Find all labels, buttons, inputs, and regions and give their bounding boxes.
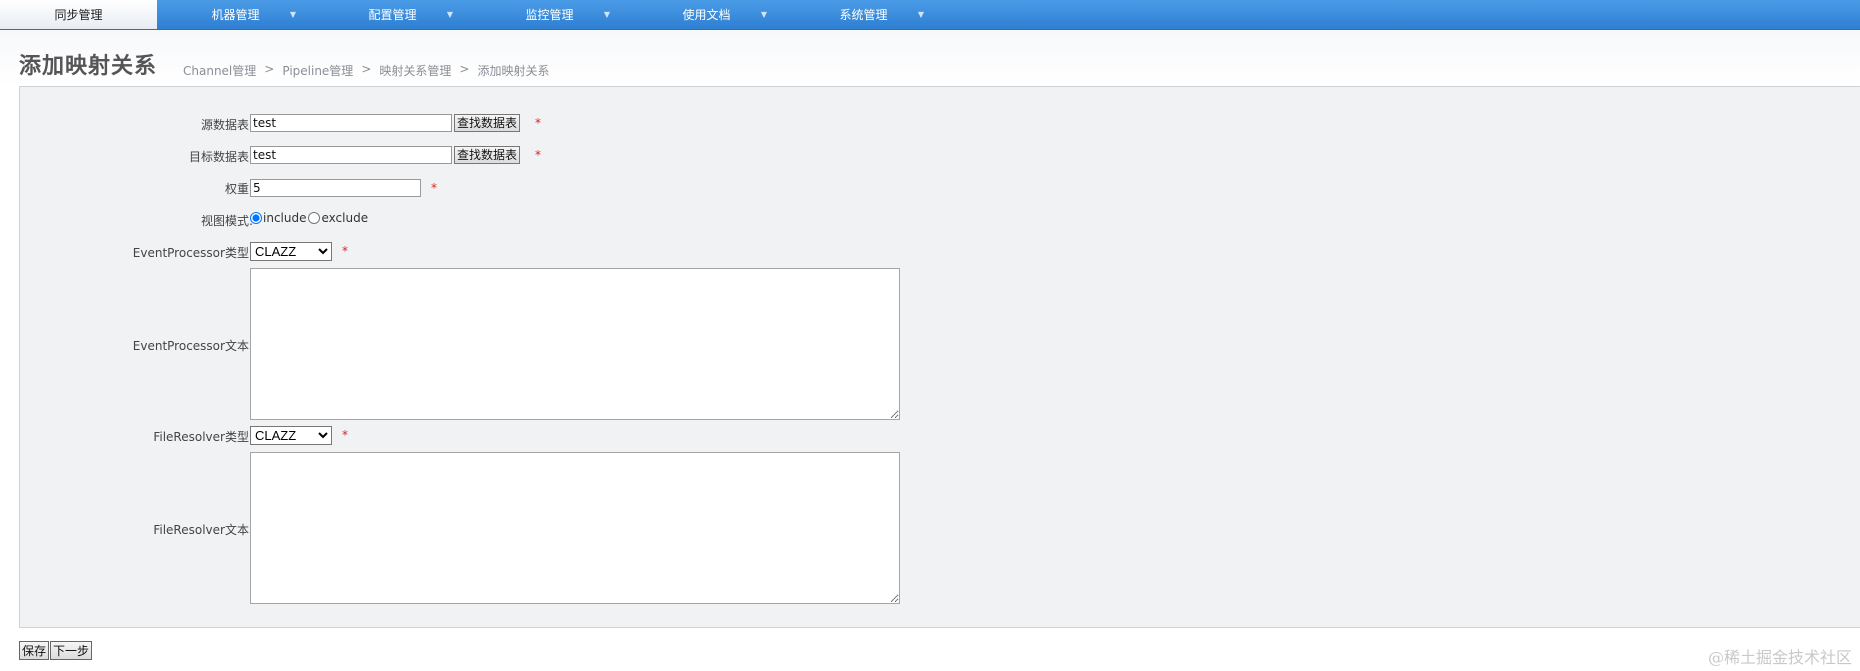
view-mode-exclude-label: exclude	[321, 211, 369, 225]
top-nav: 同步管理 机器管理 ▼ 配置管理 ▼ 监控管理 ▼ 使用文档 ▼ 系统管理 ▼	[0, 0, 1860, 30]
event-processor-type-select[interactable]: CLAZZ	[250, 242, 332, 261]
breadcrumb-mapping[interactable]: 映射关系管理	[379, 62, 451, 79]
required-mark: *	[431, 181, 437, 195]
page-title: 添加映射关系	[19, 54, 158, 79]
view-mode-radio-group: include exclude	[250, 211, 368, 225]
nav-item-label: 使用文档	[682, 8, 731, 22]
view-mode-label: 视图模式:	[200, 214, 253, 228]
breadcrumb-current: 添加映射关系	[477, 64, 550, 78]
weight-label: 权重:	[224, 182, 253, 196]
save-button[interactable]: 保存	[19, 641, 50, 660]
view-mode-include-label: include	[263, 211, 307, 225]
target-table-input[interactable]	[250, 146, 452, 164]
caret-down-icon: ▼	[446, 10, 453, 19]
breadcrumb-channel[interactable]: Channel管理	[183, 62, 256, 79]
view-mode-exclude-radio[interactable]	[308, 212, 321, 224]
source-table-label: 源数据表:	[200, 118, 253, 132]
caret-down-icon: ▼	[760, 10, 767, 19]
target-table-label: 目标数据表:	[188, 150, 253, 164]
breadcrumb-separator: >	[361, 62, 372, 76]
nav-item-label: 配置管理	[368, 8, 417, 22]
nav-item-label: 同步管理	[54, 8, 103, 22]
breadcrumb-separator: >	[264, 62, 275, 76]
nav-item-label: 机器管理	[211, 8, 260, 22]
event-processor-type-label: EventProcessor类型:	[132, 246, 253, 260]
nav-item-machine[interactable]: 机器管理 ▼	[157, 0, 314, 29]
breadcrumb-pipeline[interactable]: Pipeline管理	[282, 62, 353, 79]
form-panel: 源数据表: 查找数据表 * 目标数据表: 查找数据表 * 权重: * 视图模式:…	[19, 86, 1860, 628]
event-processor-text-label: EventProcessor文本:	[132, 339, 253, 353]
caret-down-icon: ▼	[917, 10, 924, 19]
required-mark: *	[535, 116, 541, 130]
find-target-table-button[interactable]: 查找数据表	[454, 146, 521, 164]
nav-item-system[interactable]: 系统管理 ▼	[785, 0, 942, 29]
nav-item-config[interactable]: 配置管理 ▼	[314, 0, 471, 29]
file-resolver-text-label: FileResolver文本:	[153, 523, 253, 537]
nav-item-label: 监控管理	[525, 8, 574, 22]
file-resolver-type-select[interactable]: CLAZZ	[250, 426, 332, 445]
next-step-button[interactable]: 下一步	[50, 641, 93, 660]
breadcrumb: Channel管理 > Pipeline管理 > 映射关系管理 > 添加映射关系	[183, 62, 549, 79]
view-mode-include-radio[interactable]	[250, 212, 262, 224]
source-table-input[interactable]	[250, 114, 452, 132]
nav-item-sync[interactable]: 同步管理	[0, 0, 157, 29]
file-resolver-textarea[interactable]	[250, 452, 900, 604]
required-mark: *	[342, 244, 348, 258]
weight-input[interactable]	[250, 179, 421, 197]
find-source-table-button[interactable]: 查找数据表	[454, 114, 521, 132]
event-processor-textarea[interactable]	[250, 268, 900, 420]
breadcrumb-separator: >	[459, 62, 470, 76]
caret-down-icon: ▼	[603, 10, 610, 19]
caret-down-icon: ▼	[289, 10, 296, 19]
required-mark: *	[342, 428, 348, 442]
nav-item-label: 系统管理	[839, 8, 888, 22]
nav-item-monitor[interactable]: 监控管理 ▼	[471, 0, 628, 29]
required-mark: *	[535, 148, 541, 162]
watermark: @稀土掘金技术社区	[1707, 648, 1852, 667]
file-resolver-type-label: FileResolver类型:	[153, 430, 253, 444]
nav-item-docs[interactable]: 使用文档 ▼	[628, 0, 785, 29]
